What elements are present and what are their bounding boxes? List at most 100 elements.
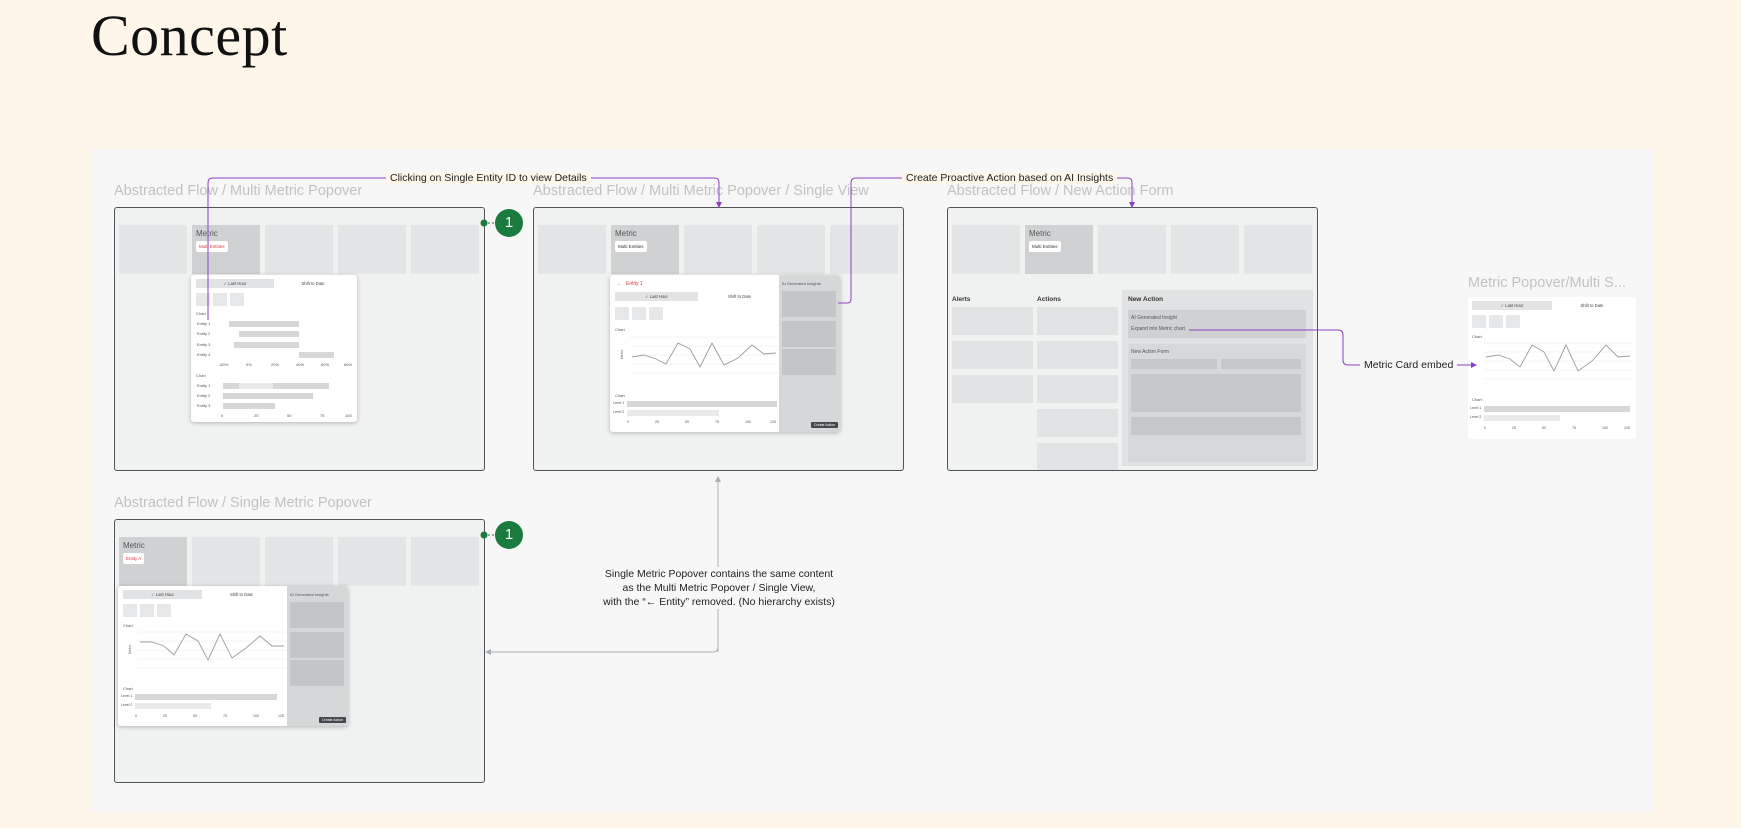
back-entity-link[interactable]: Entity 1	[626, 281, 643, 287]
insight-card[interactable]	[782, 291, 836, 317]
entity-row-label[interactable]: Entity 1	[197, 383, 210, 388]
filter-chip[interactable]	[230, 293, 244, 306]
axis-tick: 0	[627, 420, 629, 424]
metric-tile[interactable]	[338, 537, 406, 586]
alerts-column-title: Alerts	[952, 296, 971, 303]
tab-shift-to-date[interactable]: Shift to Date	[698, 292, 781, 301]
metric-tile[interactable]	[411, 537, 479, 586]
action-item[interactable]	[1037, 409, 1118, 437]
tab-shift-to-date[interactable]: Shift to Date	[274, 279, 352, 288]
entity-bar	[299, 352, 334, 358]
metric-tile[interactable]	[538, 225, 606, 274]
form-field[interactable]	[1131, 359, 1217, 369]
metric-tile[interactable]	[1171, 225, 1239, 274]
metric-tile[interactable]	[411, 225, 479, 274]
filter-chip[interactable]	[632, 307, 646, 320]
alert-item[interactable]	[952, 341, 1033, 369]
line-chart: Metric	[128, 631, 286, 669]
entity-row-label[interactable]: Entity 1	[197, 321, 210, 326]
filter-chip[interactable]	[649, 307, 663, 320]
tab-last-hour[interactable]: ✓ Last Hour	[615, 292, 698, 301]
form-textarea[interactable]	[1131, 374, 1301, 412]
metric-tile[interactable]	[684, 225, 752, 274]
frame-single-view[interactable]: Metric Multi Entities ← Entity 1 ✓ Last …	[533, 207, 904, 471]
entity-row-label[interactable]: Entity 3	[197, 342, 210, 347]
metric-tile-pill[interactable]: Multi Entities	[1029, 241, 1061, 252]
metric-tile-selected[interactable]: Metric Multi Entities	[611, 225, 679, 274]
create-action-button[interactable]: Create Action	[319, 717, 347, 723]
chart-label: Chart	[615, 327, 625, 332]
entity-row-label[interactable]: Entity 2	[197, 393, 210, 398]
tab-shift-to-date[interactable]: Shift to Date	[202, 590, 281, 599]
level-label: Level 1	[121, 694, 133, 698]
metric-tile[interactable]	[1244, 225, 1312, 274]
form-field[interactable]	[1221, 359, 1301, 369]
metric-tile-selected[interactable]: Metric Multi Entities	[192, 225, 260, 274]
entity-row-label[interactable]: Entity 2	[197, 331, 210, 336]
metric-tile[interactable]	[119, 225, 187, 274]
insight-card[interactable]	[782, 321, 836, 347]
metric-tile-pill[interactable]: Multi Entities	[615, 241, 647, 252]
filter-chip[interactable]	[1506, 315, 1520, 328]
alert-item[interactable]	[952, 307, 1033, 335]
filter-chip[interactable]	[1472, 315, 1486, 328]
frame-label-embed: Metric Popover/Multi S...	[1468, 275, 1626, 291]
filter-chip[interactable]	[1489, 315, 1503, 328]
metric-tile[interactable]	[952, 225, 1020, 274]
entity-row-label[interactable]: Entity 3	[197, 403, 210, 408]
entity-bar	[234, 342, 299, 348]
entity-row-label[interactable]: Entity 4	[197, 352, 210, 357]
chart-label: Chart	[196, 311, 206, 316]
metric-tile[interactable]	[1098, 225, 1166, 274]
metric-tile-title: Metric	[615, 229, 637, 238]
frame-label-multi: Abstracted Flow / Multi Metric Popover	[114, 183, 363, 199]
tab-last-hour[interactable]: ✓ Last Hour	[196, 279, 274, 288]
expand-metric-link[interactable]: Expand into Metric chart	[1131, 326, 1185, 332]
insight-card[interactable]	[782, 349, 836, 375]
tab-last-hour[interactable]: ✓ Last Hour	[123, 590, 202, 599]
insight-card[interactable]	[290, 602, 344, 628]
filter-chip[interactable]	[157, 604, 171, 617]
alert-item[interactable]	[952, 375, 1033, 403]
metric-tile[interactable]	[265, 225, 333, 274]
axis-tick: 75	[715, 420, 719, 424]
level-label: Level 1	[613, 401, 625, 405]
annotation-line: Single Metric Popover contains the same …	[604, 568, 834, 580]
filter-chip[interactable]	[140, 604, 154, 617]
frame-multi-metric-popover[interactable]: Metric Multi Entities ✓ Last Hour Shift …	[114, 207, 485, 471]
single-view-popover: ← Entity 1 ✓ Last Hour Shift to Date Cha…	[610, 275, 840, 432]
metric-tile[interactable]	[338, 225, 406, 274]
action-item[interactable]	[1037, 307, 1118, 335]
metric-tile-pill[interactable]: Multi Entities	[196, 241, 228, 252]
filter-chip[interactable]	[213, 293, 227, 306]
tab-last-hour[interactable]: ✓ Last Hour	[1472, 301, 1552, 310]
y-axis-label: Metric	[620, 349, 624, 359]
step-badge: 1	[495, 209, 523, 237]
create-action-button[interactable]: Create Action	[811, 422, 839, 428]
insight-card[interactable]	[290, 632, 344, 658]
action-item[interactable]	[1037, 443, 1118, 470]
metric-tile[interactable]	[265, 537, 333, 586]
metric-tile[interactable]	[192, 537, 260, 586]
tab-shift-to-date[interactable]: Shift to Date	[1552, 301, 1632, 310]
metric-tile[interactable]	[830, 225, 898, 274]
insight-card[interactable]	[290, 660, 344, 686]
metric-tile-selected[interactable]: Metric Entity A	[119, 537, 187, 586]
axis-tick: 60%	[321, 362, 330, 367]
form-field[interactable]	[1131, 417, 1301, 435]
frame-single-metric-popover[interactable]: Metric Entity A ✓ Last Hour Shift to Dat…	[114, 519, 485, 783]
axis-tick: 40%	[296, 362, 305, 367]
back-arrow-icon[interactable]: ←	[617, 281, 622, 287]
action-item[interactable]	[1037, 375, 1118, 403]
frame-label-single-view: Abstracted Flow / Multi Metric Popover /…	[533, 183, 869, 199]
metric-popover-embed[interactable]: ✓ Last Hour Shift to Date Chart Chart Le…	[1468, 297, 1636, 439]
filter-chip[interactable]	[615, 307, 629, 320]
frame-new-action-form[interactable]: Metric Multi Entities Alerts Actions New…	[947, 207, 1318, 471]
ai-insight-card[interactable]: AI Generated Insight Expand into Metric …	[1128, 310, 1306, 338]
action-item[interactable]	[1037, 341, 1118, 369]
metric-tile[interactable]	[757, 225, 825, 274]
metric-tile-pill[interactable]: Entity A	[123, 553, 145, 564]
filter-chip[interactable]	[196, 293, 210, 306]
filter-chip[interactable]	[123, 604, 137, 617]
metric-tile-selected[interactable]: Metric Multi Entities	[1025, 225, 1093, 274]
